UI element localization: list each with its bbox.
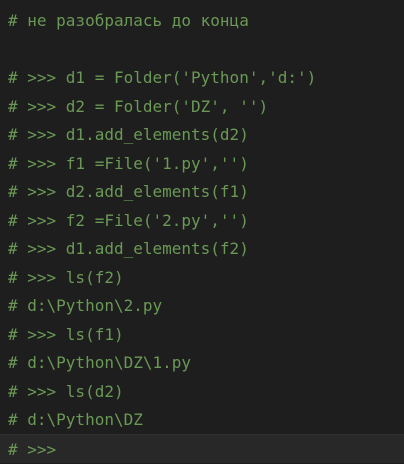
code-line: # >>> ls(d2) (8, 382, 124, 401)
code-line: # >>> ls(f1) (8, 325, 124, 344)
code-line-comment-title: # не разобралась до конца (8, 11, 249, 30)
code-line: # >>> d1 = Folder('Python','d:') (8, 68, 317, 87)
code-line-current[interactable]: # >>> (0, 434, 404, 463)
code-line: # >>> d2.add_elements(f1) (8, 182, 249, 201)
code-line: # >>> d1.add_elements(f2) (8, 239, 249, 258)
code-line: # >>> f2 =File('2.py','') (8, 211, 249, 230)
code-line: # >>> ls(f2) (8, 268, 124, 287)
code-line: # d:\Python\DZ\1.py (8, 353, 192, 372)
code-line: # d:\Python\2.py (8, 296, 163, 315)
code-line: # d:\Python\DZ (8, 410, 143, 429)
code-line: # >>> f1 =File('1.py','') (8, 154, 249, 173)
code-line: # >>> d1.add_elements(d2) (8, 125, 249, 144)
code-area[interactable]: # не разобралась до конца # >>> d1 = Fol… (0, 0, 404, 464)
code-line: # >>> d2 = Folder('DZ', '') (8, 97, 269, 116)
code-editor[interactable]: # не разобралась до конца # >>> d1 = Fol… (0, 0, 404, 464)
